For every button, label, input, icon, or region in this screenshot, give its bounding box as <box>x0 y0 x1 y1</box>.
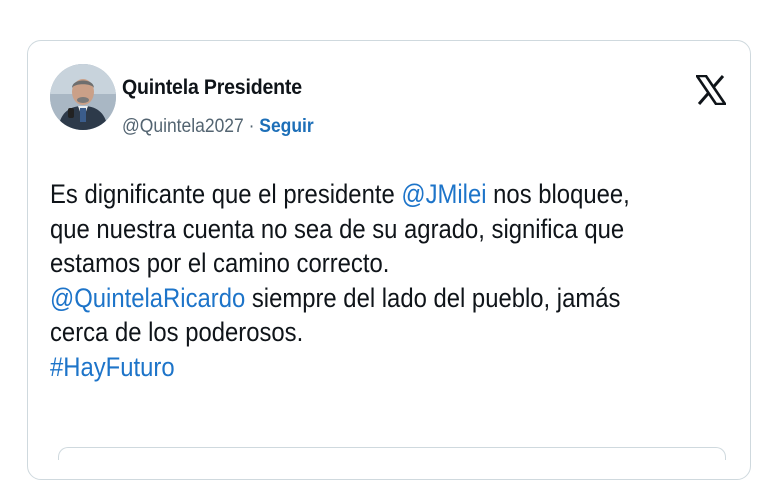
tweet-text: Es dignificante que el presidente @JMile… <box>50 177 662 385</box>
text-segment: Es dignificante que el presidente <box>50 179 402 209</box>
handle-row: @Quintela2027 · Seguir <box>122 116 314 138</box>
separator-dot: · <box>243 116 260 137</box>
tweet-line: que nuestra cuenta no sea de su agrado, … <box>50 213 625 244</box>
text-segment: siempre del lado del pueblo, jamás <box>245 282 621 313</box>
tweet-line: estamos por el camino correcto. <box>50 248 390 279</box>
tweet-line: Es dignificante que el presidente @JMile… <box>50 177 662 212</box>
mention-jmilei[interactable]: @JMilei <box>401 179 486 209</box>
mention-quintelaricardo[interactable]: @QuintelaRicardo <box>50 283 245 313</box>
follow-button[interactable]: Seguir <box>259 116 313 137</box>
embedded-media-frame[interactable] <box>58 447 726 460</box>
tweet-card: Quintela Presidente @Quintela2027 · Segu… <box>27 40 751 480</box>
text-segment: nos bloquee, <box>486 179 630 209</box>
tweet-line: #HayFuturo <box>50 350 662 385</box>
avatar[interactable] <box>50 64 116 130</box>
hashtag-hayfuturo[interactable]: #HayFuturo <box>50 352 175 382</box>
tweet-line: cerca de los poderosos. <box>50 317 304 348</box>
tweet-line: @QuintelaRicardo siempre del lado del pu… <box>50 281 662 316</box>
author-handle[interactable]: @Quintela2027 <box>122 116 244 137</box>
profile-photo <box>50 64 116 130</box>
x-logo-icon[interactable] <box>694 74 728 106</box>
author-name[interactable]: Quintela Presidente <box>122 76 302 100</box>
